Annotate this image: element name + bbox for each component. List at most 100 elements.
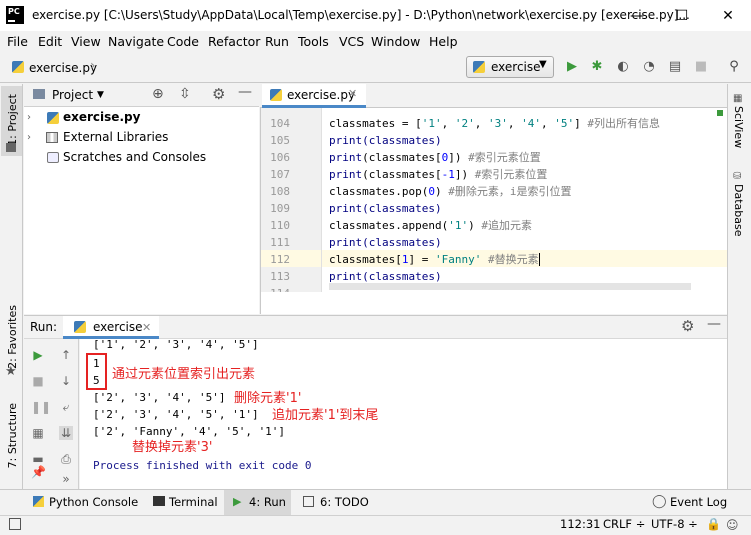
close-button[interactable]: ✕ (705, 0, 751, 31)
menu-code[interactable]: Code (167, 34, 199, 49)
terminal-icon (153, 496, 165, 506)
more-icon[interactable]: » (59, 472, 73, 486)
todo-tab[interactable]: 6: TODO (320, 495, 369, 509)
code-line[interactable]: print(classmates) (329, 200, 442, 217)
line-number: 114 (262, 285, 290, 292)
concurrency-icon[interactable]: ▤ (667, 59, 683, 75)
line-number: 106 (270, 151, 290, 164)
line-number: 111 (270, 236, 290, 249)
menu-navigate[interactable]: Navigate (108, 34, 164, 49)
line-number: 110 (270, 219, 290, 232)
lock-icon[interactable]: 🔒 (706, 517, 721, 531)
stop-icon[interactable]: ■ (693, 59, 709, 75)
run-label: Run: (30, 320, 58, 334)
structure-tool-tab[interactable]: 7: Structure (6, 403, 19, 468)
menu-view[interactable]: View (71, 34, 101, 49)
caret-position[interactable]: 112:31 (560, 517, 600, 531)
code-line[interactable]: classmates.append('1') #追加元素 (329, 217, 532, 234)
minimize-button[interactable]: — (614, 0, 660, 31)
hide-icon[interactable]: — (707, 316, 721, 332)
menu-file[interactable]: File (7, 34, 28, 49)
pycharm-logo-icon: PC (6, 6, 24, 24)
line-number: 112 (270, 253, 290, 266)
todo-icon (303, 496, 314, 507)
code-line[interactable]: classmates.pop(0) #删除元素，i是索引位置 (329, 183, 571, 200)
menu-edit[interactable]: Edit (38, 34, 62, 49)
code-line[interactable]: print(classmates) (329, 132, 442, 149)
event-log-tab[interactable]: Event Log (670, 495, 727, 509)
python-console-icon (33, 496, 44, 507)
project-panel (24, 84, 259, 314)
collapse-icon[interactable]: ⇳ (179, 86, 191, 102)
close-tab-icon[interactable]: ✕ (142, 321, 151, 334)
expand-chevron-icon[interactable]: › (27, 132, 31, 143)
code-line[interactable]: print(classmates[-1]) #索引元素位置 (329, 166, 547, 183)
search-icon[interactable]: ⚲ (726, 59, 742, 75)
menu-refactor[interactable]: Refactor (208, 34, 260, 49)
close-tab-icon[interactable]: ✕ (348, 87, 357, 100)
code-line[interactable]: classmates[1] = 'Fanny' #替换元素 (329, 251, 540, 268)
locate-icon[interactable]: ⊕ (152, 86, 164, 102)
stop-icon[interactable]: ■ (31, 374, 45, 388)
menu-help[interactable]: Help (429, 34, 458, 49)
project-folder-icon (33, 89, 45, 99)
split-icon[interactable]: ▬ (31, 452, 45, 466)
sciview-tool-tab[interactable]: SciView (732, 106, 745, 148)
database-tool-tab[interactable]: Database (732, 184, 745, 237)
down-arrow-icon[interactable]: ↓ (59, 374, 73, 388)
navigation-bar (0, 53, 751, 83)
project-panel-title[interactable]: Project (52, 88, 93, 102)
pin-icon[interactable]: 📌 (31, 465, 46, 479)
python-console-tab[interactable]: Python Console (49, 495, 138, 509)
soft-wrap-icon[interactable]: ⤶ (59, 400, 73, 414)
menu-window[interactable]: Window (371, 34, 420, 49)
horizontal-scrollbar[interactable] (329, 283, 691, 290)
menu-run[interactable]: Run (265, 34, 289, 49)
code-line[interactable]: print(classmates[0]) #索引元素位置 (329, 149, 541, 166)
restore-layout-icon[interactable]: ▦ (31, 426, 45, 440)
line-number: 113 (270, 270, 290, 283)
code-line[interactable]: classmates = ['1', '2', '3', '4', '5'] #… (329, 115, 660, 132)
annotation-box (86, 353, 107, 390)
gear-icon[interactable]: ⚙ (681, 317, 694, 335)
line-number: 108 (270, 185, 290, 198)
chevron-down-icon[interactable]: ▼ (97, 90, 104, 100)
tree-item-exercise[interactable]: exercise.py (63, 110, 140, 124)
terminal-tab[interactable]: Terminal (169, 495, 218, 509)
coverage-icon[interactable]: ◐ (615, 59, 631, 75)
gear-icon[interactable]: ⚙ (212, 85, 225, 103)
process-finished-line: Process finished with exit code 0 (93, 459, 312, 472)
menu-vcs[interactable]: VCS (339, 34, 364, 49)
line-number: 107 (270, 168, 290, 181)
debug-icon[interactable]: ✱ (589, 59, 605, 75)
toggle-tool-windows-icon[interactable] (9, 518, 21, 530)
line-number: 105 (270, 134, 290, 147)
rerun-icon[interactable]: ▶ (31, 348, 45, 362)
line-number: 109 (270, 202, 290, 215)
print-icon[interactable]: ⎙ (59, 452, 73, 466)
pause-icon[interactable]: ❚❚ (31, 400, 51, 414)
expand-chevron-icon[interactable]: › (27, 112, 31, 123)
tree-item-scratches[interactable]: Scratches and Consoles (63, 150, 206, 164)
run-tool-tab[interactable]: 4: Run (249, 495, 286, 509)
hide-icon[interactable]: — (238, 84, 252, 100)
run-icon[interactable]: ▶ (564, 59, 580, 75)
inspector-icon[interactable]: ☺ (726, 518, 739, 532)
up-arrow-icon[interactable]: ↑ (59, 348, 73, 362)
annotation-append: 追加元素'1'到末尾 (272, 408, 379, 423)
tree-item-external-libraries[interactable]: External Libraries (63, 130, 168, 144)
profile-icon[interactable]: ◔ (641, 59, 657, 75)
menu-tools[interactable]: Tools (298, 34, 329, 49)
line-number: 104 (270, 117, 290, 130)
python-file-icon (473, 61, 485, 73)
scroll-to-end-icon[interactable]: ⇊ (59, 426, 73, 440)
folder-icon (6, 143, 16, 152)
favorites-tool-tab[interactable]: 2: Favorites (6, 305, 19, 369)
code-line[interactable]: print(classmates) (329, 234, 442, 251)
libraries-icon (46, 132, 58, 143)
breadcrumb[interactable]: exercise.py (29, 61, 97, 75)
line-separator[interactable]: CRLF ÷ (603, 517, 645, 531)
maximize-button[interactable]: ☐ (659, 0, 705, 31)
file-encoding[interactable]: UTF-8 ÷ (651, 517, 698, 531)
python-file-icon (270, 89, 282, 101)
